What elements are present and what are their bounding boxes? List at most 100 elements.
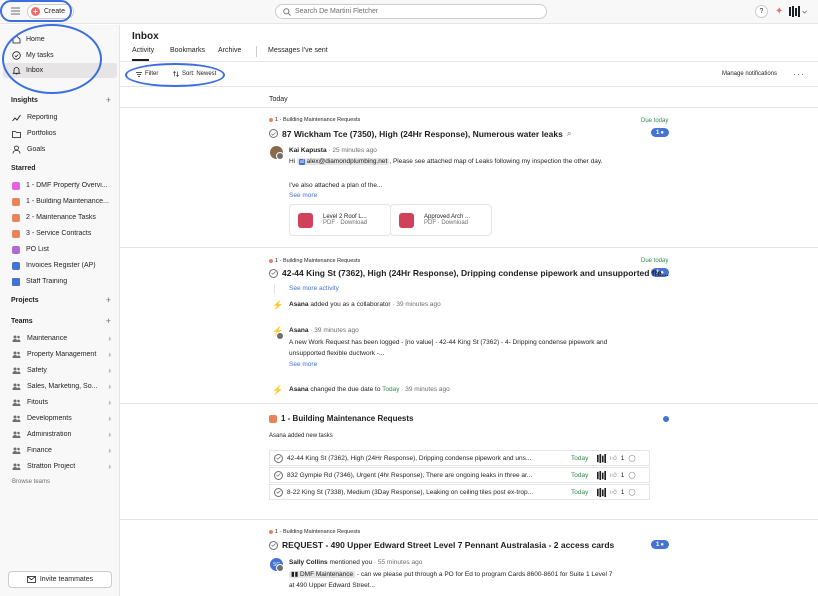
person-icon	[12, 145, 21, 154]
activity-time: · 39 minutes ago	[390, 301, 441, 308]
task-title[interactable]: 42-44 King St (7362), High (24Hr Respons…	[269, 268, 669, 278]
comment-icon[interactable]: ◯	[628, 471, 635, 479]
task-row[interactable]: 832 Gympie Rd (7346), Urgent (4hr Respon…	[269, 467, 650, 483]
comment-icon[interactable]: ◯	[628, 488, 635, 496]
chevron-right-icon: ›	[108, 334, 111, 343]
browse-teams-link[interactable]: Browse teams	[12, 479, 50, 485]
task-title[interactable]: REQUEST - 490 Upper Edward Street Level …	[269, 540, 614, 550]
starred-item[interactable]: PO List	[3, 242, 117, 257]
thumbs-up-icon[interactable]: 👍︎	[610, 454, 617, 462]
mention-chip[interactable]: ▮▮ DMF Maintenance	[289, 571, 356, 578]
check-circle-icon[interactable]	[269, 268, 278, 278]
unread-dot	[663, 416, 669, 422]
greeting-text: Hi	[289, 158, 296, 165]
sidebar-item-team[interactable]: Sales, Marketing, So... ›	[3, 379, 117, 394]
sidebar-item-reporting[interactable]: Reporting	[3, 110, 117, 125]
tab-archive[interactable]: Archive	[218, 47, 241, 54]
header-divider	[120, 61, 818, 62]
comment-author[interactable]: Sally Collins	[289, 559, 328, 566]
comment-indicator-icon	[276, 332, 284, 340]
projects-header[interactable]: Projects +	[11, 296, 111, 305]
sidebar-item-team[interactable]: Maintenance ›	[3, 331, 117, 346]
see-more-link[interactable]: See more	[289, 360, 317, 370]
starred-item[interactable]: 3 - Service Contracts	[3, 226, 117, 241]
tab-messages-sent[interactable]: Messages I've sent	[268, 47, 328, 54]
like-count: 1	[620, 488, 625, 496]
check-circle-icon[interactable]	[269, 540, 278, 550]
comment-action: mentioned you	[327, 559, 373, 566]
more-options-icon[interactable]: ···	[793, 69, 805, 79]
comment-header: Sally Collins mentioned you · 55 minutes…	[289, 558, 422, 568]
see-more-activity-link[interactable]: See more activity	[289, 284, 339, 294]
invite-teammates-button[interactable]: Invite teammates	[8, 571, 112, 588]
sidebar-item-goals[interactable]: Goals	[3, 142, 117, 157]
add-project-icon[interactable]: +	[106, 296, 111, 305]
sidebar-item-team[interactable]: Property Management ›	[3, 347, 117, 362]
task-row[interactable]: 42-44 King St (7362), High (24Hr Respons…	[269, 450, 650, 466]
starred-item[interactable]: Invoices Register (AP)	[3, 258, 117, 273]
help-button[interactable]: ?	[755, 5, 768, 18]
check-circle-icon[interactable]	[269, 129, 278, 138]
chevron-right-icon: ›	[108, 414, 111, 423]
tab-bookmarks[interactable]: Bookmarks	[170, 47, 205, 54]
team-icon	[12, 367, 21, 374]
task-title[interactable]: 87 Wickham Tce (7350), High (24Hr Respon…	[269, 128, 572, 139]
comment-author[interactable]: Kai Kapusta	[289, 147, 327, 154]
attachment-card[interactable]: Approved Arch ... PDF · Download	[390, 204, 492, 236]
comment-author[interactable]: Asana	[289, 327, 309, 334]
insights-header[interactable]: Insights +	[11, 96, 111, 105]
comment-header: Kai Kapusta · 25 minutes ago	[289, 146, 377, 156]
attachment-meta[interactable]: PDF · Download	[323, 220, 367, 226]
starred-item[interactable]: 2 - Maintenance Tasks	[3, 210, 117, 225]
comment-count-badge[interactable]: 1 ●	[651, 128, 669, 137]
comment-count-badge[interactable]: 1 ●	[651, 540, 669, 549]
task-row[interactable]: 8-22 King St (7338), Medium (3Day Respon…	[269, 484, 650, 500]
tab-activity[interactable]: Activity	[132, 47, 154, 54]
sidebar-item-team[interactable]: Fitouts ›	[3, 395, 117, 410]
starred-item[interactable]: 1 - DMF Property Overvi...	[3, 178, 117, 193]
project-breadcrumb[interactable]: 1 - Building Maintenance Requests	[269, 117, 360, 123]
sparkle-icon[interactable]: ✦	[775, 6, 783, 17]
sidebar-item-team[interactable]: Stratton Project ›	[3, 459, 117, 474]
activity-author[interactable]: Asana	[289, 301, 309, 308]
starred-item[interactable]: Staff Training	[3, 274, 117, 289]
chart-line-icon	[12, 114, 21, 122]
sidebar-item-team[interactable]: Developments ›	[3, 411, 117, 426]
check-circle-icon[interactable]	[274, 487, 283, 497]
thumbs-up-icon[interactable]: 👍︎	[610, 471, 617, 479]
sidebar-item-team[interactable]: Administration ›	[3, 427, 117, 442]
sidebar-item-team[interactable]: Finance ›	[3, 443, 117, 458]
teams-header[interactable]: Teams +	[11, 317, 111, 326]
team-icon	[12, 431, 21, 438]
comment-icon[interactable]: ◯	[628, 454, 635, 462]
chevron-right-icon: ›	[108, 382, 111, 391]
activity-time: · 39 minutes ago	[399, 386, 450, 393]
attachment-card[interactable]: Level 2 Roof L... PDF · Download	[289, 204, 391, 236]
mention-chip[interactable]: al alex@diamondplumbing.net	[296, 158, 390, 165]
see-more-link[interactable]: See more	[289, 191, 317, 201]
check-circle-icon[interactable]	[274, 453, 283, 463]
team-icon	[12, 383, 21, 390]
tab-divider	[256, 46, 257, 57]
sidebar-item-team[interactable]: Safety ›	[3, 363, 117, 378]
manage-notifications-button[interactable]: Manage notifications	[722, 71, 777, 77]
teams-label: Teams	[11, 318, 33, 325]
project-update-title[interactable]: 1 - Building Maintenance Requests	[269, 414, 413, 423]
attachment-meta[interactable]: PDF · Download	[424, 220, 468, 226]
thumbs-up-icon[interactable]: 👍︎	[610, 488, 617, 496]
activity-author[interactable]: Asana	[289, 386, 309, 393]
due-value: Today	[382, 386, 400, 393]
account-menu[interactable]	[789, 6, 807, 17]
like-count: 1	[620, 454, 625, 462]
chevron-right-icon: ›	[108, 398, 111, 407]
chevron-right-icon: ›	[108, 350, 111, 359]
activity-text: added you as a collaborator	[308, 301, 391, 308]
project-breadcrumb[interactable]: 1 - Building Maintenance Requests	[269, 529, 360, 535]
search-input[interactable]: Search De Martini Fletcher	[275, 4, 547, 19]
project-breadcrumb[interactable]: 1 - Building Maintenance Requests	[269, 258, 360, 264]
check-circle-icon[interactable]	[274, 470, 283, 480]
add-insight-icon[interactable]: +	[106, 96, 111, 105]
starred-item[interactable]: 1 - Building Maintenance...	[3, 194, 117, 209]
add-team-icon[interactable]: +	[106, 317, 111, 326]
sidebar-item-portfolios[interactable]: Portfolios	[3, 126, 117, 141]
